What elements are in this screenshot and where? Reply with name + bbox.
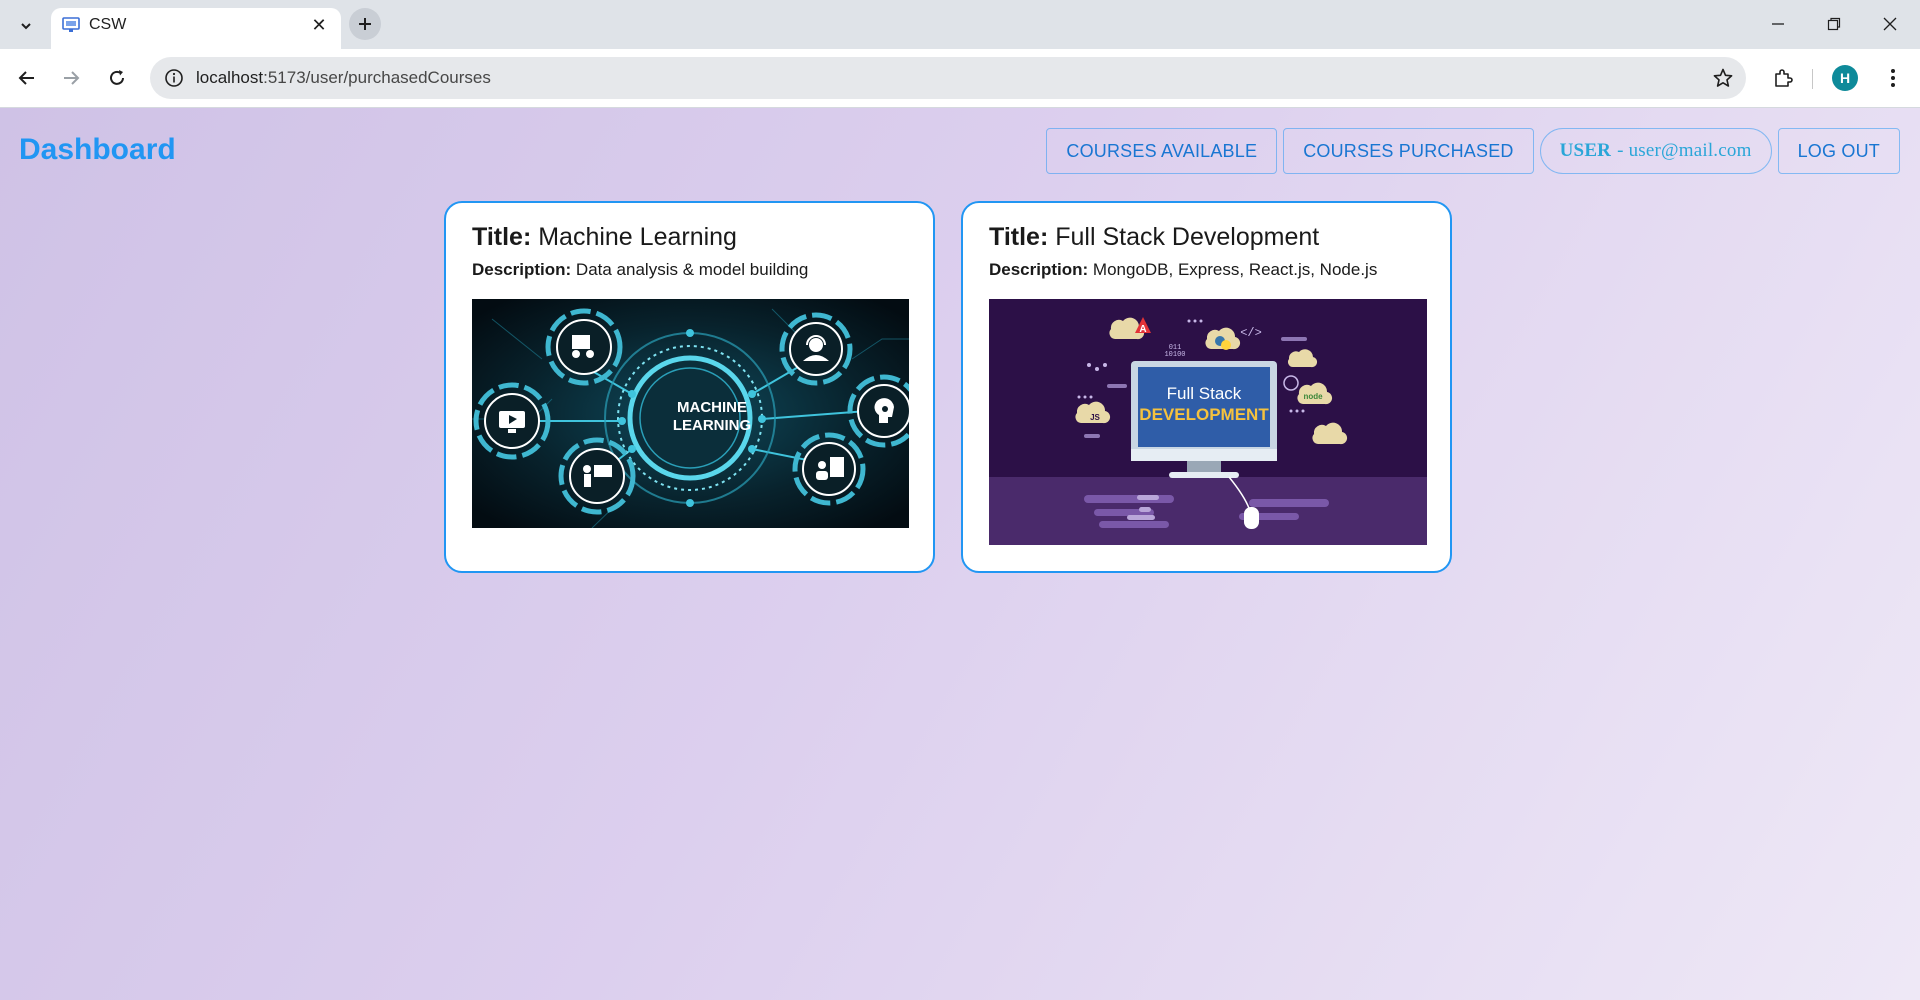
fs-binary-badge-2: 10100 [1164, 351, 1185, 359]
course-card: Title: Full Stack Development Descriptio… [961, 201, 1452, 573]
user-label: USER [1559, 140, 1612, 161]
course-title-text: Machine Learning [538, 223, 737, 251]
reload-icon [110, 70, 124, 85]
fs-image-caption-line1: Full Stack [1167, 384, 1242, 403]
star-icon[interactable] [1712, 67, 1734, 89]
course-description: Description: MongoDB, Express, React.js,… [989, 259, 1424, 281]
url-text[interactable]: localhost:5173/user/purchasedCourses [196, 68, 491, 88]
puzzle-icon [1775, 69, 1793, 87]
purchased-courses-list: Title: Machine Learning Description: Dat… [444, 201, 1452, 573]
restore-icon [1827, 17, 1841, 31]
user-button[interactable]: USER - user@mail.com [1539, 128, 1772, 174]
ml-node-monitor [473, 382, 551, 460]
profile-avatar[interactable]: H [1832, 65, 1858, 91]
arrow-right-icon [64, 71, 80, 85]
reload-button[interactable] [98, 59, 136, 97]
info-icon[interactable] [163, 67, 185, 89]
ml-node-teacher [558, 437, 636, 515]
title-label: Title: [472, 223, 532, 251]
course-description-text: MongoDB, Express, React.js, Node.js [1092, 260, 1378, 279]
course-title: Title: Machine Learning [472, 221, 907, 253]
ml-image-caption-line1: MACHINE [677, 399, 747, 416]
browser-tab-strip: CSW ✕ [0, 0, 1920, 49]
courses-purchased-button[interactable]: COURSES PURCHASED [1283, 128, 1534, 174]
course-image-full-stack: Full Stack DEVELOPMENT A 011 10100 </> n… [989, 299, 1427, 545]
page-content: Dashboard COURSES AVAILABLE COURSES PURC… [0, 108, 1920, 1000]
new-tab-button[interactable] [349, 8, 381, 40]
fs-image-caption-line2: DEVELOPMENT [1139, 405, 1269, 424]
user-email: - user@mail.com [1617, 140, 1752, 161]
close-icon [1883, 17, 1897, 31]
browser-menu-button[interactable] [1874, 59, 1912, 97]
logout-button[interactable]: LOG OUT [1777, 128, 1900, 174]
fs-js-badge: JS [1090, 413, 1100, 422]
monitor-favicon-icon [62, 17, 80, 32]
back-button[interactable] [8, 59, 46, 97]
ml-node-support [779, 312, 853, 386]
title-label: Title: [989, 223, 1049, 251]
course-title: Title: Full Stack Development [989, 221, 1424, 253]
chevron-down-icon [21, 23, 31, 30]
description-label: Description: [472, 260, 572, 279]
courses-available-button[interactable]: COURSES AVAILABLE [1046, 128, 1278, 174]
fs-angular-badge: A [1139, 324, 1146, 335]
course-image-machine-learning: MACHINE LEARNING [472, 299, 909, 528]
minimize-icon [1772, 23, 1784, 25]
fs-node-badge: node [1303, 392, 1323, 401]
top-navigation: COURSES AVAILABLE COURSES PURCHASED USER… [1046, 128, 1900, 174]
ml-node-resume [792, 432, 866, 506]
url-host: localhost [196, 68, 264, 87]
arrow-left-icon [18, 71, 34, 85]
course-description: Description: Data analysis & model build… [472, 259, 907, 281]
more-vertical-icon [1891, 69, 1895, 87]
minimize-button[interactable] [1750, 0, 1806, 48]
course-description-text: Data analysis & model building [575, 260, 809, 279]
close-window-button[interactable] [1862, 0, 1918, 48]
tab-title: CSW [89, 16, 127, 33]
ml-node-presenter [545, 308, 623, 386]
toolbar-divider [1812, 69, 1813, 89]
ml-image-caption-line2: LEARNING [673, 417, 751, 434]
extensions-button[interactable] [1764, 59, 1802, 97]
browser-toolbar: localhost:5173/user/purchasedCourses H [0, 49, 1920, 108]
close-tab-icon[interactable]: ✕ [307, 13, 331, 37]
plus-icon [359, 18, 371, 30]
address-bar[interactable]: localhost:5173/user/purchasedCourses [150, 57, 1746, 99]
restore-button[interactable] [1806, 0, 1862, 48]
fs-code-badge: </> [1240, 326, 1262, 340]
browser-tab[interactable]: CSW ✕ [51, 8, 341, 49]
description-label: Description: [989, 260, 1089, 279]
course-title-text: Full Stack Development [1055, 223, 1320, 251]
tab-search-button[interactable] [10, 10, 42, 42]
dashboard-title[interactable]: Dashboard [19, 133, 176, 167]
url-path: :5173/user/purchasedCourses [263, 68, 491, 87]
forward-button[interactable] [52, 59, 90, 97]
course-card: Title: Machine Learning Description: Dat… [444, 201, 935, 573]
